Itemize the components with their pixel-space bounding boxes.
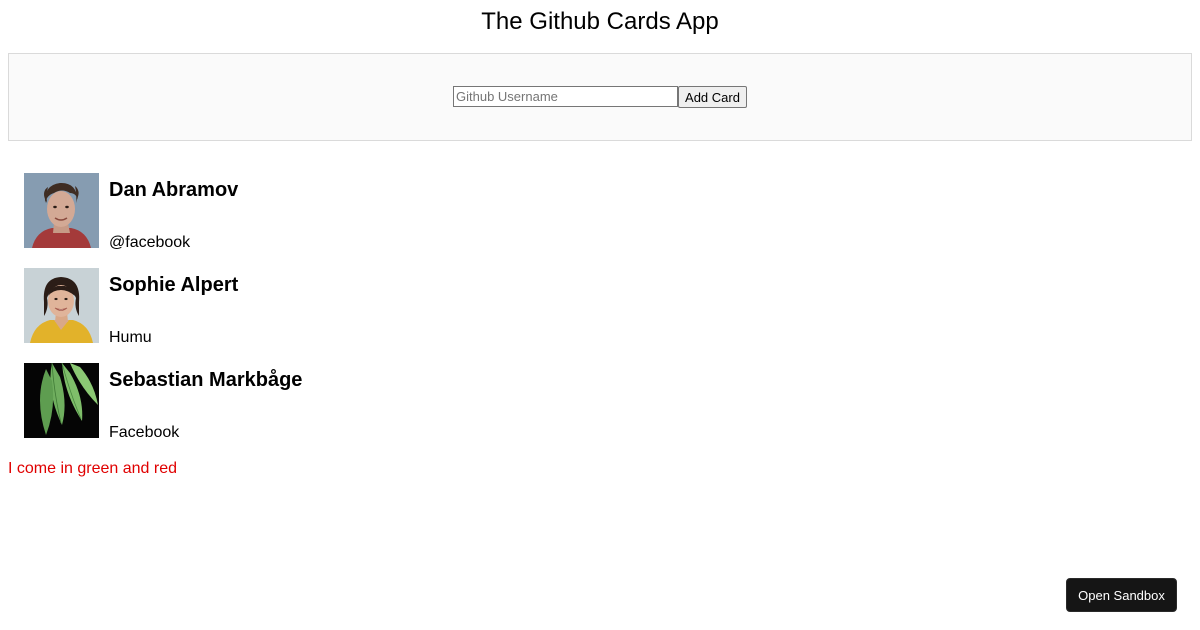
github-username-input[interactable]	[453, 86, 678, 107]
card-list: Dan Abramov @facebook Sophie Alpert Humu…	[24, 173, 724, 458]
avatar-photo-icon	[24, 268, 99, 343]
avatar	[24, 363, 99, 438]
card-name: Dan Abramov	[109, 179, 239, 201]
profile-card: Sebastian Markbåge Facebook	[24, 363, 724, 441]
avatar-photo-icon	[24, 173, 99, 248]
card-company: Facebook	[109, 424, 180, 441]
add-card-button[interactable]: Add Card	[678, 86, 747, 108]
profile-card: Dan Abramov @facebook	[24, 173, 724, 251]
card-name: Sophie Alpert	[109, 274, 239, 296]
card-company: @facebook	[109, 234, 191, 251]
leaves-icon	[24, 363, 99, 438]
card-name: Sebastian Markbåge	[109, 369, 303, 391]
open-sandbox-button[interactable]: Open Sandbox	[1066, 578, 1177, 612]
add-card-form: Add Card	[8, 53, 1192, 141]
avatar	[24, 268, 99, 343]
card-company: Humu	[109, 329, 152, 346]
page: The Github Cards App Add Card	[0, 0, 1200, 630]
footer-note: I come in green and red	[8, 460, 177, 477]
app-title: The Github Cards App	[481, 8, 719, 35]
profile-card: Sophie Alpert Humu	[24, 268, 724, 346]
avatar	[24, 173, 99, 248]
